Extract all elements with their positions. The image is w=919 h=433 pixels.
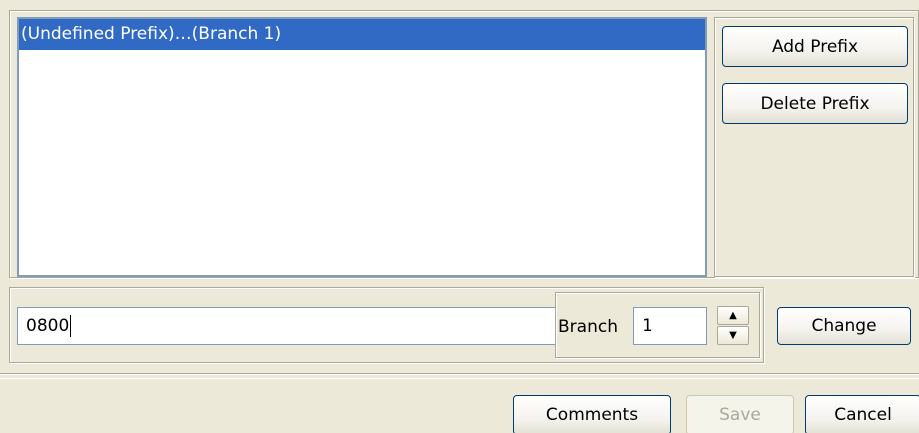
- spin-down-arrow-icon[interactable]: ▼: [717, 326, 749, 345]
- branch-label: Branch: [558, 317, 618, 337]
- footer-separator: [0, 373, 919, 379]
- delete-prefix-button[interactable]: Delete Prefix: [722, 83, 908, 124]
- prefix-editor-window: (Undefined Prefix)…(Branch 1) Add Prefix…: [0, 0, 919, 433]
- list-item[interactable]: (Undefined Prefix)…(Branch 1): [19, 19, 705, 50]
- cancel-button[interactable]: Cancel: [805, 395, 919, 433]
- add-prefix-button[interactable]: Add Prefix: [722, 26, 908, 67]
- spin-up-arrow-icon[interactable]: ▲: [717, 306, 749, 325]
- text-caret: [70, 315, 72, 337]
- change-button[interactable]: Change: [777, 307, 911, 345]
- prefix-listbox[interactable]: (Undefined Prefix)…(Branch 1): [17, 17, 707, 277]
- branch-spinner-field[interactable]: 1: [633, 307, 707, 345]
- save-button[interactable]: Save: [686, 395, 794, 433]
- prefix-input-value: 0800: [26, 316, 70, 336]
- prefix-input[interactable]: 0800: [17, 307, 556, 345]
- comments-button[interactable]: Comments: [513, 395, 671, 433]
